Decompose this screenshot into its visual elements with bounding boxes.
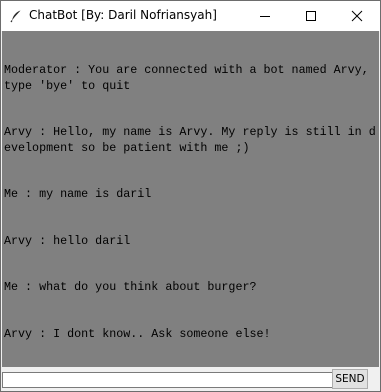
chat-message: Moderator : You are connected with a bot… [4, 63, 376, 93]
minimize-icon [260, 16, 270, 17]
maximize-button[interactable] [288, 1, 334, 31]
title-bar[interactable]: ChatBot [By: Daril Nofriansyah] [1, 1, 380, 31]
feather-icon [9, 9, 23, 23]
chat-message: Me : my name is daril [4, 187, 152, 201]
chat-log[interactable]: Moderator : You are connected with a bot… [2, 31, 379, 367]
chat-message: Arvy : I dont know.. Ask someone else! [4, 326, 271, 341]
close-icon [351, 10, 363, 22]
maximize-icon [306, 11, 316, 21]
message-input[interactable] [2, 372, 334, 388]
send-button[interactable]: SEND [332, 369, 368, 389]
window-title: ChatBot [By: Daril Nofriansyah] [29, 8, 217, 22]
close-button[interactable] [334, 1, 380, 31]
chat-messages: Moderator : You are connected with a bot… [4, 32, 376, 367]
chat-message: Arvy : Hello, my name is Arvy. My reply … [4, 125, 376, 155]
input-bar: SEND [2, 367, 379, 391]
chat-message: Arvy : hello daril [4, 233, 131, 248]
chat-message: Me : what do you think about burger? [4, 280, 257, 294]
chatbot-window: ChatBot [By: Daril Nofriansyah] Moderato… [0, 0, 381, 392]
minimize-button[interactable] [242, 1, 288, 31]
